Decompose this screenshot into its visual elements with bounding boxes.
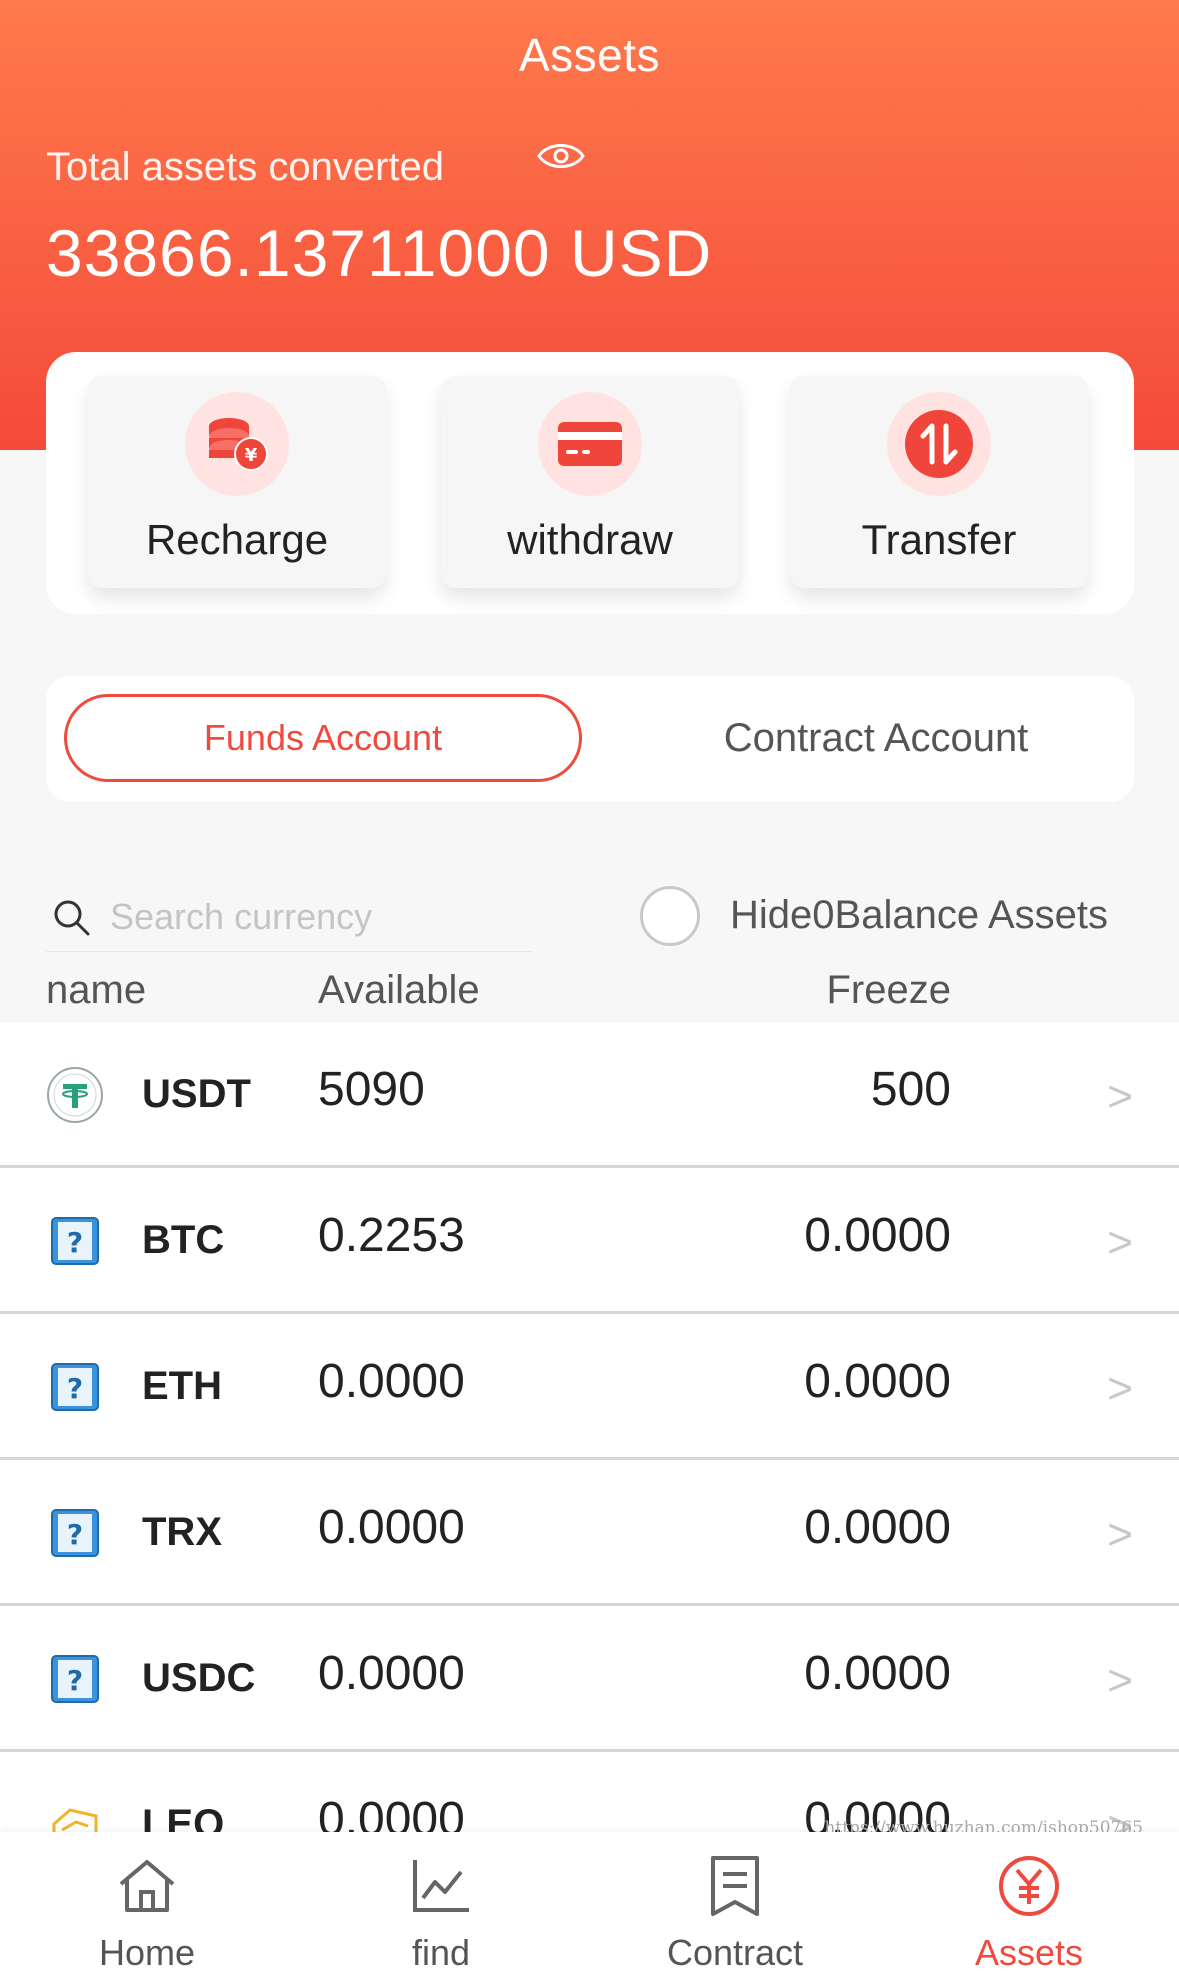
page-title: Assets bbox=[518, 29, 661, 81]
tab-funds-account[interactable]: Funds Account bbox=[64, 694, 582, 782]
asset-available: 0.0000 bbox=[318, 1501, 465, 1554]
asset-row-eth[interactable]: ? ETH 0.0000 0.0000 > bbox=[0, 1314, 1179, 1460]
asset-freeze: 0.0000 bbox=[804, 1355, 951, 1408]
eye-icon[interactable] bbox=[536, 138, 586, 174]
transfer-button[interactable]: Transfer bbox=[790, 376, 1088, 588]
chevron-right-icon: > bbox=[1107, 1218, 1133, 1267]
chevron-right-icon: > bbox=[1107, 1364, 1133, 1413]
svg-text:?: ? bbox=[67, 1226, 83, 1259]
nav-assets-label: Assets bbox=[974, 1932, 1084, 1973]
transfer-label: Transfer bbox=[861, 516, 1017, 563]
svg-text:?: ? bbox=[67, 1372, 83, 1405]
asset-row-trx[interactable]: ? TRX 0.0000 0.0000 > bbox=[0, 1460, 1179, 1606]
withdraw-label: withdraw bbox=[507, 516, 673, 563]
placeholder-question-icon: ? bbox=[51, 1217, 99, 1265]
nav-contract[interactable]: Contract bbox=[588, 1832, 882, 1977]
recharge-button[interactable]: ¥ Recharge bbox=[88, 376, 386, 588]
asset-name: USDC bbox=[142, 1656, 256, 1700]
column-freeze: Freeze bbox=[826, 968, 952, 1012]
nav-find-label: find bbox=[411, 1932, 471, 1973]
nav-assets[interactable]: Assets bbox=[882, 1832, 1176, 1977]
asset-available: 5090 bbox=[318, 1063, 425, 1116]
asset-name: TRX bbox=[142, 1510, 222, 1554]
column-available: Available bbox=[318, 968, 480, 1012]
card-icon bbox=[538, 392, 642, 496]
placeholder-question-icon: ? bbox=[51, 1655, 99, 1703]
asset-freeze: 0.0000 bbox=[804, 1647, 951, 1700]
total-assets-label: Total assets converted bbox=[46, 145, 444, 189]
asset-name: ETH bbox=[142, 1364, 222, 1408]
asset-name: USDT bbox=[142, 1072, 251, 1116]
tether-icon bbox=[47, 1067, 103, 1123]
nav-home-label: Home bbox=[98, 1932, 196, 1973]
chart-line-icon bbox=[413, 1860, 469, 1912]
svg-text:?: ? bbox=[67, 1664, 83, 1697]
transfer-arrows-icon bbox=[887, 392, 991, 496]
asset-row-usdt[interactable]: USDT 5090 500 > bbox=[0, 1022, 1179, 1168]
search-icon bbox=[54, 900, 90, 936]
withdraw-button[interactable]: withdraw bbox=[441, 376, 739, 588]
asset-name: BTC bbox=[142, 1218, 225, 1262]
asset-available: 0.0000 bbox=[318, 1355, 465, 1408]
column-name: name bbox=[46, 968, 147, 1012]
nav-contract-label: Contract bbox=[666, 1932, 804, 1973]
recharge-label: Recharge bbox=[145, 516, 329, 563]
actions-card: ¥ Recharge withdraw Transfer bbox=[46, 352, 1134, 614]
chevron-right-icon: > bbox=[1107, 1510, 1133, 1559]
asset-freeze: 0.0000 bbox=[804, 1501, 951, 1554]
nav-home[interactable]: Home bbox=[0, 1832, 294, 1977]
svg-text:?: ? bbox=[67, 1518, 83, 1551]
nav-find[interactable]: find bbox=[294, 1832, 588, 1977]
asset-freeze: 0.0000 bbox=[804, 1209, 951, 1262]
chevron-right-icon: > bbox=[1107, 1072, 1133, 1121]
asset-available: 0.2253 bbox=[318, 1209, 465, 1262]
asset-freeze: 500 bbox=[870, 1063, 951, 1116]
bottom-nav: Home find Contract Assets bbox=[0, 1832, 1179, 1977]
home-icon bbox=[119, 1860, 175, 1912]
document-icon bbox=[711, 1856, 759, 1916]
tab-contract-account[interactable]: Contract Account bbox=[626, 694, 1126, 782]
placeholder-question-icon: ? bbox=[51, 1363, 99, 1411]
hide-zero-balance-label: Hide0Balance Assets bbox=[730, 893, 1109, 937]
coin-stack-icon: ¥ bbox=[185, 392, 289, 496]
yen-circle-icon bbox=[999, 1856, 1059, 1916]
asset-row-usdc[interactable]: ? USDC 0.0000 0.0000 > bbox=[0, 1606, 1179, 1752]
asset-available: 0.0000 bbox=[318, 1647, 465, 1700]
total-assets-value: 33866.13711000 USD bbox=[46, 216, 713, 290]
search-bar bbox=[46, 884, 532, 952]
asset-row-btc[interactable]: ? BTC 0.2253 0.0000 > bbox=[0, 1168, 1179, 1314]
svg-text:¥: ¥ bbox=[245, 445, 258, 466]
placeholder-question-icon: ? bbox=[51, 1509, 99, 1557]
hide-zero-balance-radio[interactable] bbox=[640, 886, 700, 946]
search-input[interactable] bbox=[110, 892, 520, 942]
chevron-right-icon: > bbox=[1107, 1656, 1133, 1705]
account-tabs: Funds Account Contract Account bbox=[46, 676, 1134, 802]
